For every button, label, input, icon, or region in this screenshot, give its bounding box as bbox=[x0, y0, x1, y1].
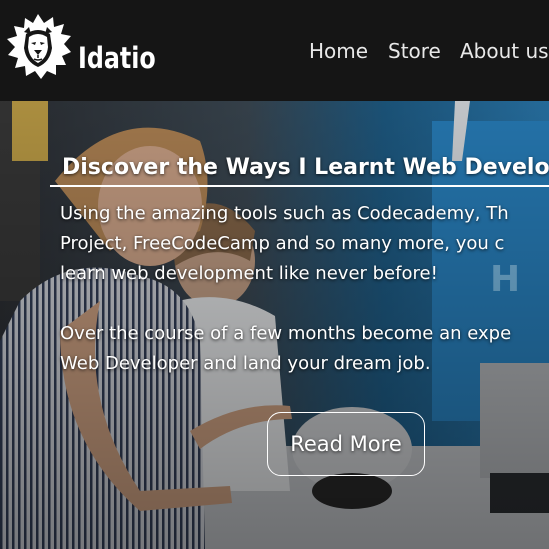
lion-logo-svg bbox=[7, 14, 71, 79]
hero-p1-line-2: Project, FreeCodeCamp and so many more, … bbox=[60, 233, 505, 254]
hero-description: Using the amazing tools such as Codecade… bbox=[60, 199, 549, 379]
hero-p1-line-1: Using the amazing tools such as Codecade… bbox=[60, 203, 509, 224]
hero-p2-line-2: Web Developer and land your dream job. bbox=[60, 353, 431, 374]
lion-head-icon[interactable] bbox=[4, 14, 72, 80]
read-more-button[interactable]: Read More bbox=[267, 412, 425, 476]
hero-section: H Discover the Ways I Learnt Web Develop… bbox=[0, 101, 549, 549]
hero-p2-line-1: Over the course of a few months become a… bbox=[60, 323, 512, 344]
hero-paragraph-2: Over the course of a few months become a… bbox=[60, 319, 549, 379]
hero-p1-line-3: learn web development like never before! bbox=[60, 263, 438, 284]
nav-store[interactable]: Store bbox=[388, 38, 441, 64]
nav-about-us[interactable]: About us bbox=[460, 38, 549, 64]
site-header: Idatio Home Store About us bbox=[0, 0, 549, 101]
hero-title: Discover the Ways I Learnt Web Develop bbox=[62, 155, 549, 180]
hero-title-divider bbox=[50, 185, 549, 187]
hero-paragraph-1: Using the amazing tools such as Codecade… bbox=[60, 199, 549, 289]
brand-name[interactable]: Idatio bbox=[78, 38, 156, 78]
nav-home[interactable]: Home bbox=[309, 38, 368, 64]
